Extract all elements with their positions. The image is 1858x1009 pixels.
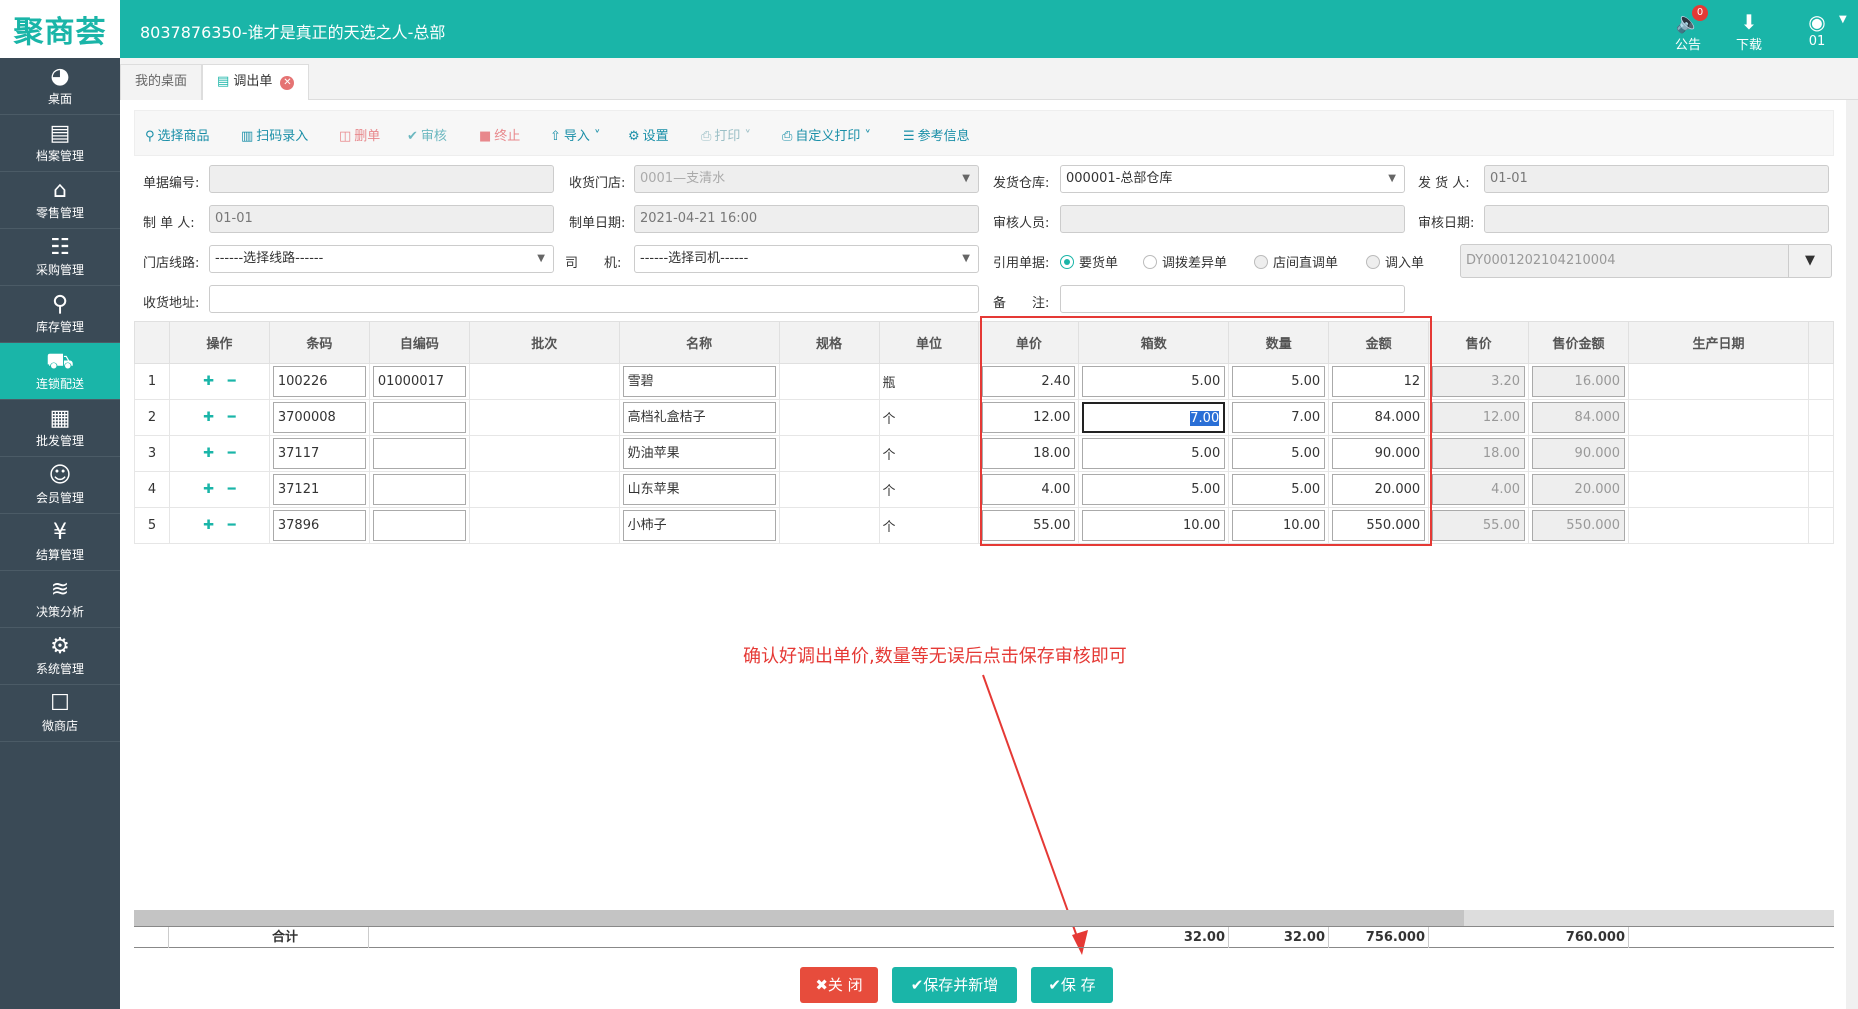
close-icon: ✖ <box>815 976 828 994</box>
check-icon: ✔ <box>910 976 924 994</box>
check-icon: ✔ <box>1048 976 1061 994</box>
totals-row: 合计 32.00 32.00 756.000 760.000 <box>134 926 1834 948</box>
totals-qty: 32.00 <box>1229 927 1329 948</box>
close-button[interactable]: ✖关 闭 <box>800 967 878 1003</box>
annotation-arrow <box>982 674 1088 955</box>
save-button[interactable]: ✔保 存 <box>1031 967 1113 1003</box>
totals-label: 合计 <box>269 927 369 948</box>
vertical-scrollbar[interactable] <box>1846 100 1858 1009</box>
totals-boxes: 32.00 <box>1079 927 1229 948</box>
totals-amount: 756.000 <box>1329 927 1429 948</box>
save-new-button[interactable]: ✔保存并新增 <box>892 967 1017 1003</box>
horizontal-scrollbar[interactable] <box>134 910 1834 926</box>
totals-sale-amount: 760.000 <box>1529 927 1629 948</box>
scroll-thumb[interactable] <box>134 910 1464 926</box>
